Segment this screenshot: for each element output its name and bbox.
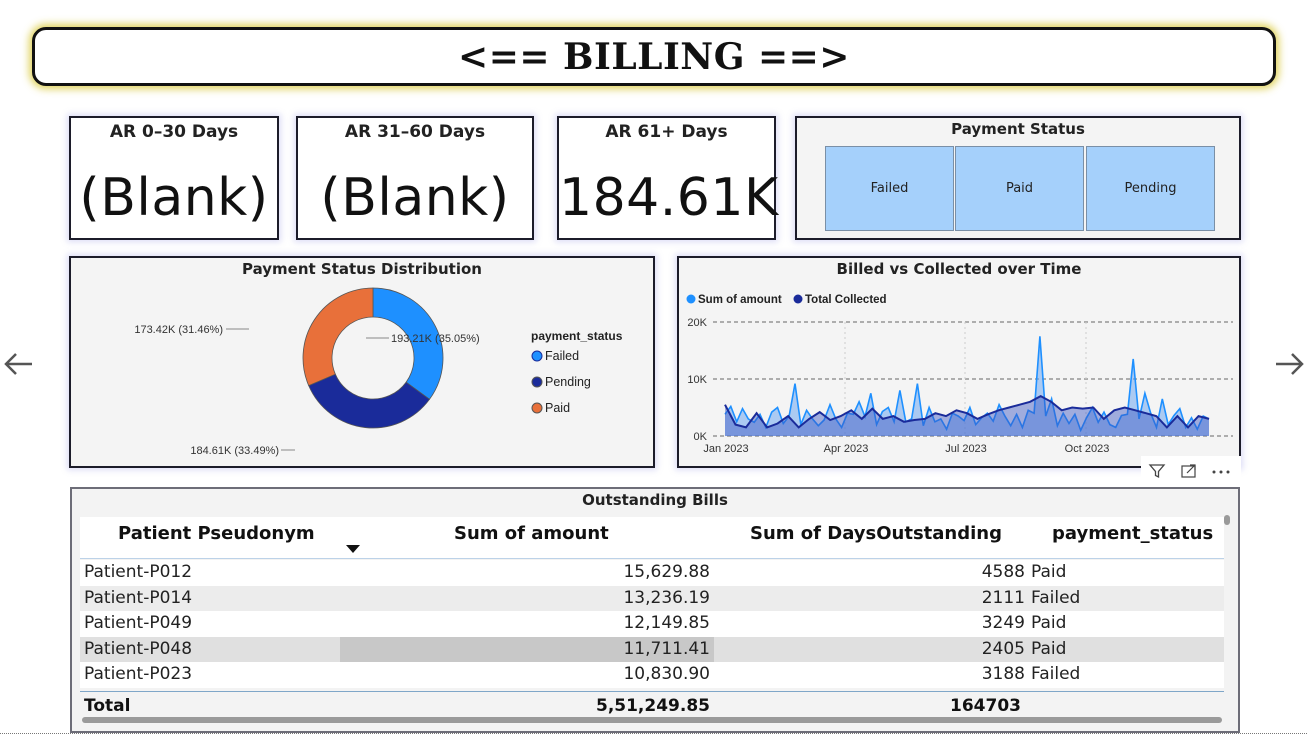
- table-row[interactable]: Patient-P049 12,149.85 3249 Paid: [80, 611, 1224, 637]
- kpi-label: AR 61+ Days: [605, 122, 728, 142]
- kpi-value: (Blank): [320, 168, 510, 228]
- cell-amount: 15,629.88: [623, 562, 710, 582]
- legend-dot-total-collected: [793, 294, 803, 304]
- cell-patient: Patient-P012: [84, 562, 193, 582]
- arrow-right-icon[interactable]: [1272, 344, 1306, 384]
- total-label: Total: [84, 696, 131, 716]
- total-days: 164703: [950, 696, 1021, 716]
- vertical-scrollbar[interactable]: [1224, 515, 1230, 525]
- table-total-row: Total 5,51,249.85 164703: [80, 691, 1224, 719]
- x-tick-label: Jul 2023: [945, 443, 987, 455]
- legend-label-pending[interactable]: Pending: [545, 375, 591, 389]
- legend-label-total-collected[interactable]: Total Collected: [805, 294, 887, 306]
- cell-status: Paid: [1031, 562, 1067, 582]
- donut-legend-title: payment_status: [531, 329, 623, 343]
- cell-status: Paid: [1031, 638, 1067, 659]
- column-header-patient[interactable]: Patient Pseudonym: [118, 523, 315, 544]
- cell-days: 2111: [981, 587, 1025, 608]
- cell-days: 3249: [981, 613, 1025, 633]
- table-row[interactable]: Patient-P014 13,236.19 2111 Failed: [80, 585, 1224, 611]
- x-tick-label: Oct 2023: [1065, 443, 1110, 455]
- page-title: <== BILLING ==>: [458, 35, 850, 78]
- cell-days: 4588: [981, 562, 1025, 582]
- cell-patient: Patient-P048: [84, 638, 193, 659]
- kpi-label: AR 0–30 Days: [109, 122, 239, 142]
- sort-descending-icon[interactable]: [346, 545, 360, 553]
- legend-label-sum-amount[interactable]: Sum of amount: [698, 294, 782, 306]
- visual-header-toolbar: [1141, 456, 1241, 486]
- kpi-card-ar-0-30[interactable]: AR 0–30 Days (Blank): [69, 116, 279, 240]
- donut-label-pending: 184.61K (33.49%): [190, 445, 279, 457]
- cell-patient: Patient-P014: [84, 587, 193, 608]
- table-title: Outstanding Bills: [582, 491, 728, 509]
- total-amount: 5,51,249.85: [595, 696, 710, 716]
- cell-amount: 12,149.85: [623, 613, 710, 633]
- outstanding-bills-table[interactable]: Outstanding Bills Patient Pseudonym Sum …: [70, 487, 1240, 733]
- filter-icon[interactable]: [1141, 456, 1173, 486]
- slicer-option-paid[interactable]: Paid: [955, 146, 1084, 231]
- legend-label-failed[interactable]: Failed: [545, 349, 579, 363]
- kpi-label: AR 31–60 Days: [344, 122, 486, 142]
- line-chart-panel[interactable]: Billed vs Collected over Time Sum of amo…: [677, 256, 1241, 468]
- table-header: Patient Pseudonym Sum of amount Sum of D…: [80, 517, 1224, 559]
- legend-dot-sum-amount: [686, 294, 696, 304]
- legend-dot-pending: [531, 376, 543, 388]
- legend-label-paid[interactable]: Paid: [545, 401, 570, 415]
- page-bottom-border: [0, 733, 1307, 735]
- horizontal-scrollbar[interactable]: [82, 717, 1222, 723]
- kpi-value: (Blank): [79, 168, 269, 228]
- column-header-days[interactable]: Sum of DaysOutstanding: [750, 523, 1002, 544]
- table-row[interactable]: Patient-P023 10,830.90 3188 Failed: [80, 662, 1224, 688]
- cell-status: Failed: [1031, 587, 1081, 608]
- table-body: Patient-P012 15,629.88 4588 Paid Patient…: [80, 560, 1224, 688]
- cell-status: Failed: [1031, 664, 1081, 684]
- more-options-icon[interactable]: [1205, 456, 1237, 486]
- kpi-card-ar-31-60[interactable]: AR 31–60 Days (Blank): [296, 116, 534, 240]
- kpi-value: 184.61K: [559, 168, 779, 228]
- y-tick-label: 0K: [694, 431, 708, 443]
- legend-dot-failed: [531, 350, 543, 362]
- arrow-left-icon[interactable]: [2, 344, 36, 384]
- focus-mode-icon[interactable]: [1173, 456, 1205, 486]
- cell-days: 2405: [981, 638, 1025, 659]
- cell-amount: 11,711.41: [340, 636, 714, 662]
- donut-slice-paid[interactable]: [302, 287, 374, 387]
- donut-label-failed: 193.21K (35.05%): [391, 333, 480, 345]
- x-tick-label: Jan 2023: [703, 443, 748, 455]
- payment-status-slicer: Payment Status Failed Paid Pending: [795, 116, 1241, 240]
- cell-status: Paid: [1031, 613, 1067, 633]
- cell-patient: Patient-P049: [84, 613, 193, 633]
- line-chart[interactable]: Sum of amount Total Collected 20K 10K 0K…: [679, 258, 1239, 466]
- slicer-title: Payment Status: [951, 120, 1085, 138]
- column-header-amount[interactable]: Sum of amount: [454, 523, 609, 544]
- donut-label-paid: 173.42K (31.46%): [134, 324, 223, 336]
- y-tick-label: 10K: [687, 374, 707, 386]
- x-tick-label: Apr 2023: [824, 443, 869, 455]
- table-row[interactable]: Patient-P048 11,711.41 2405 Paid: [80, 636, 1224, 662]
- y-tick-label: 20K: [687, 317, 707, 329]
- column-header-status[interactable]: payment_status: [1052, 523, 1213, 544]
- donut-chart[interactable]: 193.21K (35.05%) 173.42K (31.46%) 184.61…: [71, 258, 653, 466]
- legend-dot-paid: [531, 402, 543, 414]
- cell-days: 3188: [981, 664, 1025, 684]
- cell-amount: 13,236.19: [623, 587, 710, 608]
- slicer-option-failed[interactable]: Failed: [825, 146, 954, 231]
- cell-patient: Patient-P023: [84, 664, 193, 684]
- page-title-banner: <== BILLING ==>: [32, 27, 1276, 86]
- kpi-card-ar-61-plus[interactable]: AR 61+ Days 184.61K: [557, 116, 779, 240]
- slicer-option-pending[interactable]: Pending: [1086, 146, 1215, 231]
- table-row[interactable]: Patient-P012 15,629.88 4588 Paid: [80, 560, 1224, 586]
- cell-amount: 10,830.90: [623, 664, 710, 684]
- donut-chart-panel[interactable]: Payment Status Distribution 193.21K (35.…: [69, 256, 655, 468]
